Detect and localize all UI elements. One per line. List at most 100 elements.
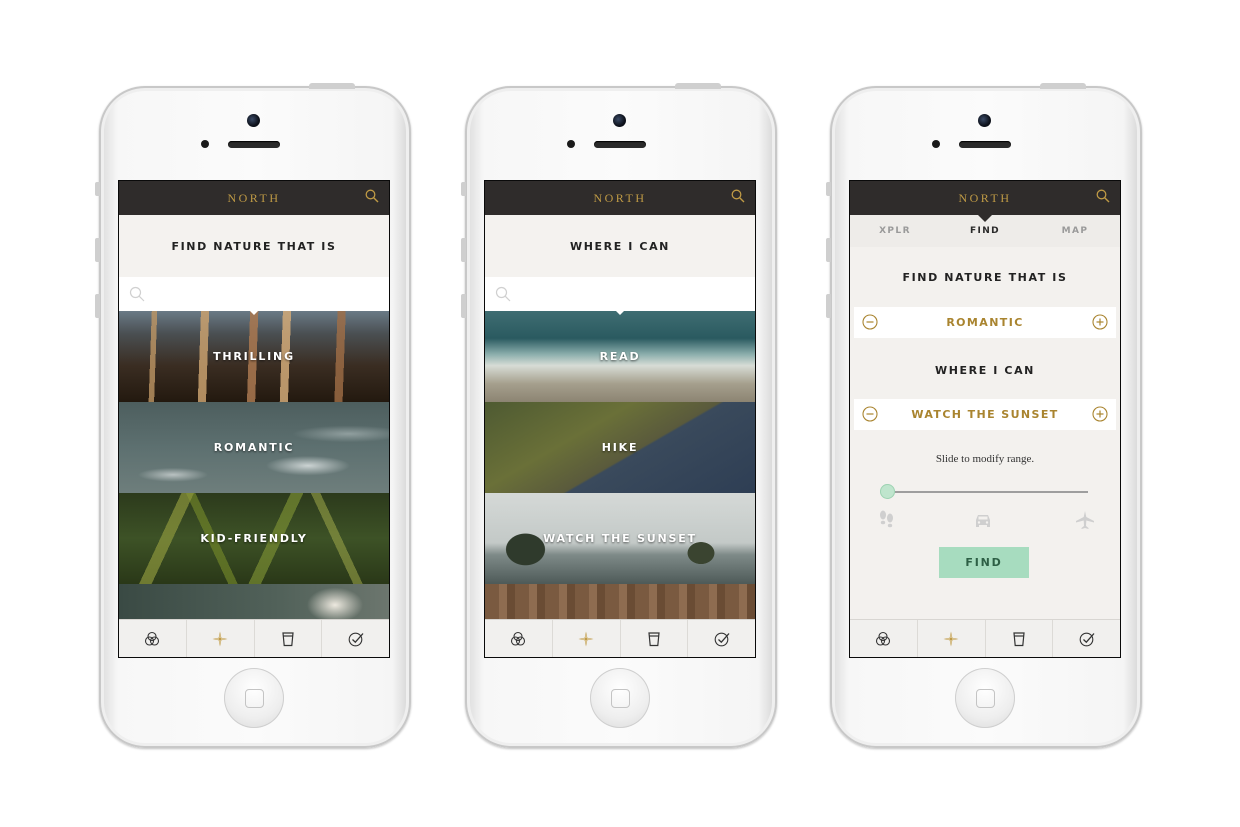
find-button[interactable]: FIND bbox=[939, 547, 1029, 578]
tile-label: ROMANTIC bbox=[213, 441, 295, 454]
tile-watch-the-sunset[interactable]: WATCH THE SUNSET bbox=[485, 493, 755, 584]
filter-circles-icon bbox=[145, 631, 160, 646]
tab-bar bbox=[850, 619, 1120, 657]
volume-down-button bbox=[95, 294, 100, 318]
power-button bbox=[675, 83, 721, 89]
earpiece-speaker bbox=[594, 141, 646, 148]
tab-map[interactable]: MAP bbox=[1030, 215, 1120, 247]
screen: NORTH FIND NATURE THAT IS THRILLING ROMA… bbox=[118, 180, 390, 658]
find-label: FIND NATURE THAT IS bbox=[902, 271, 1068, 284]
tile-flowers[interactable] bbox=[119, 584, 389, 619]
tile-thrilling[interactable]: THRILLING bbox=[119, 311, 389, 402]
minus-icon[interactable] bbox=[862, 406, 878, 422]
check-circle-icon bbox=[348, 632, 364, 647]
power-button bbox=[309, 83, 355, 89]
screen: NORTH XPLR FIND MAP FIND NATURE THAT IS … bbox=[849, 180, 1121, 658]
quality-selector: ROMANTIC bbox=[854, 307, 1116, 338]
minus-icon[interactable] bbox=[862, 314, 878, 330]
find-panel: FIND NATURE THAT IS ROMANTIC WHERE I CAN bbox=[850, 247, 1120, 619]
tab-completed[interactable] bbox=[1053, 620, 1120, 657]
volume-down-button bbox=[826, 294, 831, 318]
tile-label: READ bbox=[599, 350, 641, 363]
quality-value: ROMANTIC bbox=[946, 316, 1024, 329]
tab-bar bbox=[119, 619, 389, 657]
proximity-sensor bbox=[567, 140, 575, 148]
range-hint: Slide to modify range. bbox=[935, 453, 1035, 465]
tab-explore[interactable] bbox=[918, 620, 986, 657]
front-camera bbox=[247, 114, 260, 127]
tab-filter[interactable] bbox=[119, 620, 187, 657]
proximity-sensor bbox=[932, 140, 940, 148]
tab-saved[interactable] bbox=[986, 620, 1054, 657]
tab-completed[interactable] bbox=[688, 620, 755, 657]
tile-label: WATCH THE SUNSET bbox=[543, 532, 697, 545]
cup-icon bbox=[1013, 632, 1025, 647]
search-input[interactable] bbox=[485, 277, 755, 311]
plus-icon[interactable] bbox=[1092, 406, 1108, 422]
active-tab-caret bbox=[978, 215, 992, 222]
plus-icon[interactable] bbox=[1092, 314, 1108, 330]
tab-filter[interactable] bbox=[485, 620, 553, 657]
tab-bar bbox=[485, 619, 755, 657]
tile-hike[interactable]: HIKE bbox=[485, 402, 755, 493]
volume-down-button bbox=[461, 294, 466, 318]
phone-1: NORTH FIND NATURE THAT IS THRILLING ROMA… bbox=[95, 83, 411, 748]
search-icon[interactable] bbox=[731, 189, 745, 203]
mute-switch bbox=[95, 182, 100, 196]
range-slider-track[interactable] bbox=[884, 491, 1088, 493]
filter-circles-icon bbox=[511, 631, 526, 646]
tile-label: KID-FRIENDLY bbox=[200, 532, 308, 545]
tile-wood[interactable] bbox=[485, 584, 755, 619]
search-icon[interactable] bbox=[1096, 189, 1110, 203]
proximity-sensor bbox=[201, 140, 209, 148]
prompt-heading: WHERE I CAN bbox=[485, 215, 755, 277]
compass-icon bbox=[943, 631, 959, 647]
power-button bbox=[1040, 83, 1086, 89]
brand-title: NORTH bbox=[593, 191, 647, 205]
tab-explore[interactable] bbox=[553, 620, 621, 657]
check-circle-icon bbox=[714, 632, 730, 647]
tab-xplr[interactable]: XPLR bbox=[850, 215, 940, 247]
home-button[interactable] bbox=[955, 668, 1015, 728]
volume-up-button bbox=[95, 238, 100, 262]
front-camera bbox=[613, 114, 626, 127]
home-square-icon bbox=[245, 689, 264, 708]
prompt-heading: FIND NATURE THAT IS bbox=[119, 215, 389, 277]
earpiece-speaker bbox=[228, 141, 280, 148]
plane-icon bbox=[1076, 511, 1094, 529]
search-input[interactable] bbox=[119, 277, 389, 311]
home-button[interactable] bbox=[590, 668, 650, 728]
cup-icon bbox=[282, 632, 294, 647]
phone-2: NORTH WHERE I CAN READ HIKE WATCH THE SU… bbox=[461, 83, 777, 748]
activity-selector: WATCH THE SUNSET bbox=[854, 399, 1116, 430]
range-slider-handle[interactable] bbox=[880, 484, 895, 499]
check-circle-icon bbox=[1079, 632, 1095, 647]
compass-icon bbox=[578, 631, 594, 647]
tab-completed[interactable] bbox=[322, 620, 389, 657]
walk-icon bbox=[880, 510, 893, 528]
app-header: NORTH bbox=[485, 181, 755, 215]
tile-label: HIKE bbox=[601, 441, 639, 454]
tile-kid-friendly[interactable]: KID-FRIENDLY bbox=[119, 493, 389, 584]
tile-read[interactable]: READ bbox=[485, 311, 755, 402]
list-pointer bbox=[613, 308, 627, 315]
tab-explore[interactable] bbox=[187, 620, 255, 657]
search-icon[interactable] bbox=[365, 189, 379, 203]
tab-saved[interactable] bbox=[255, 620, 323, 657]
home-button[interactable] bbox=[224, 668, 284, 728]
car-icon bbox=[976, 515, 990, 527]
search-icon bbox=[129, 286, 145, 302]
phone-3: NORTH XPLR FIND MAP FIND NATURE THAT IS … bbox=[826, 83, 1142, 748]
tile-romantic[interactable]: ROMANTIC bbox=[119, 402, 389, 493]
search-icon bbox=[495, 286, 511, 302]
cup-icon bbox=[648, 632, 660, 647]
app-header: NORTH bbox=[119, 181, 389, 215]
activity-value: WATCH THE SUNSET bbox=[911, 408, 1059, 421]
tab-filter[interactable] bbox=[850, 620, 918, 657]
screen: NORTH WHERE I CAN READ HIKE WATCH THE SU… bbox=[484, 180, 756, 658]
home-square-icon bbox=[611, 689, 630, 708]
app-header: NORTH bbox=[850, 181, 1120, 215]
filter-circles-icon bbox=[876, 631, 891, 646]
where-label: WHERE I CAN bbox=[935, 364, 1035, 377]
tab-saved[interactable] bbox=[621, 620, 689, 657]
